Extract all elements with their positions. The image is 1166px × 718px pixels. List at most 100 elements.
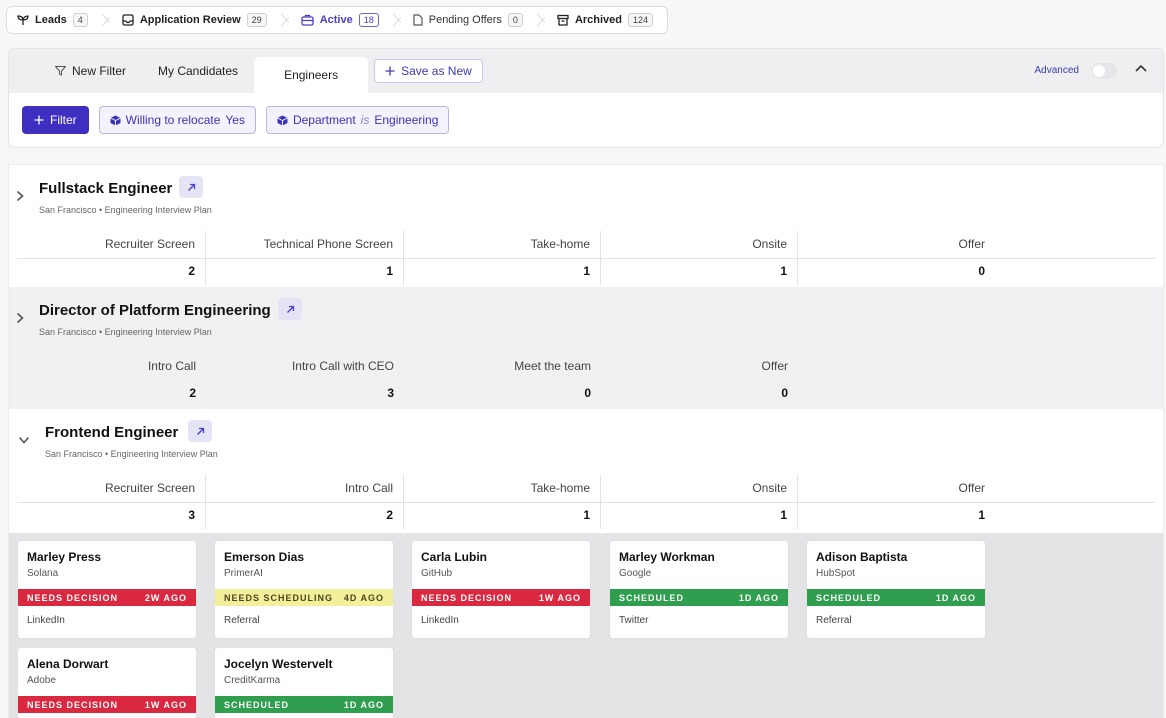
job-title[interactable]: Director of Platform Engineering [39, 302, 271, 319]
status-badge: SCHEDULED 1D AGO [807, 589, 985, 606]
chip-label: Department [292, 113, 356, 127]
stage-column[interactable]: Recruiter Screen 2 [16, 231, 206, 285]
candidate-company: Solana [27, 568, 59, 579]
stage-column[interactable]: Take-home 1 [404, 231, 601, 285]
tab-new-filter[interactable]: New Filter [9, 49, 142, 93]
status-badge: NEEDS DECISION 1W AGO [18, 696, 196, 713]
candidate-source: LinkedIn [27, 615, 65, 626]
stage-leads[interactable]: Leads 4 [7, 7, 102, 33]
inbox-icon [122, 14, 134, 26]
stage-name: Onsite [752, 237, 787, 251]
stage-counts: Recruiter Screen 3 Intro Call 2 Take-home 1… [9, 475, 1163, 529]
job-subtitle: San Francisco • Engineering Interview Pl… [39, 327, 212, 337]
stage-archived[interactable]: Archived 124 [547, 7, 667, 33]
status-age: 1D AGO [343, 699, 384, 710]
tab-my-candidates[interactable]: My Candidates [142, 49, 254, 93]
external-link-icon[interactable] [188, 420, 212, 442]
stage-column[interactable]: Take-home 1 [404, 475, 601, 529]
stage-label: Archived [574, 14, 623, 26]
advanced-toggle[interactable] [1091, 63, 1117, 79]
stage-column[interactable]: Technical Phone Screen 1 [207, 231, 404, 285]
pipeline-stage-bar: Leads 4 Application Review 29 Active 18 … [6, 6, 669, 34]
stage-active[interactable]: Active 18 [291, 7, 393, 33]
stage-count: 0 [781, 386, 788, 400]
save-as-new-button[interactable]: Save as New [374, 59, 483, 83]
job-title[interactable]: Frontend Engineer [45, 424, 178, 441]
saved-filter-tabs: New Filter My Candidates Engineers Save … [9, 49, 1163, 93]
save-as-new-label: Save as New [401, 64, 472, 78]
chip-value: Engineering [374, 113, 439, 127]
candidate-name: Marley Press [27, 550, 102, 564]
candidate-name: Alena Dorwart [27, 657, 109, 671]
chevron-right-icon[interactable] [16, 190, 24, 202]
candidate-name: Jocelyn Westervelt [224, 657, 333, 671]
tab-engineers[interactable]: Engineers [254, 57, 369, 93]
plus-icon [34, 115, 44, 125]
active-filters-row: Filter Willing to relocate Yes Departmen… [9, 93, 1163, 147]
stage-count: 0 [584, 386, 591, 400]
filter-panel: New Filter My Candidates Engineers Save … [8, 48, 1164, 148]
stage-column[interactable]: Offer 0 [601, 353, 798, 407]
stage-count: 2 [386, 508, 393, 522]
stage-count: 124 [628, 13, 654, 27]
stage-name: Intro Call [344, 481, 393, 495]
status-text: NEEDS DECISION [27, 699, 119, 710]
stage-column[interactable]: Recruiter Screen 3 [16, 475, 206, 529]
stage-column[interactable]: Meet the team 0 [404, 353, 601, 407]
stage-column[interactable]: Offer 1 [798, 475, 995, 529]
stage-pending-offers[interactable]: Pending Offers 0 [403, 7, 537, 33]
external-link-icon[interactable] [179, 176, 203, 198]
candidate-name: Marley Workman [619, 550, 715, 564]
stage-count: 1 [780, 508, 787, 522]
stage-application-review[interactable]: Application Review 29 [112, 7, 281, 33]
stage-column[interactable]: Onsite 1 [601, 231, 798, 285]
candidate-card[interactable]: Carla Lubin GitHub NEEDS DECISION 1W AGO … [412, 541, 590, 638]
stage-count: 0 [978, 264, 985, 278]
stage-name: Technical Phone Screen [263, 237, 393, 251]
candidate-company: Adobe [27, 675, 56, 686]
stage-column[interactable]: Intro Call with CEO 3 [207, 353, 404, 407]
add-filter-button[interactable]: Filter [22, 106, 89, 134]
status-text: SCHEDULED [224, 699, 290, 710]
stage-name: Meet the team [514, 359, 591, 373]
chevron-up-icon[interactable] [1135, 64, 1147, 72]
stage-count: 3 [387, 386, 394, 400]
status-text: NEEDS SCHEDULING [224, 592, 334, 603]
app-root: Leads 4 Application Review 29 Active 18 … [0, 0, 1166, 718]
chevron-down-icon[interactable] [18, 436, 30, 444]
stage-count: 2 [188, 264, 195, 278]
funnel-icon [55, 66, 66, 76]
candidate-card[interactable]: Adison Baptista HubSpot SCHEDULED 1D AGO … [807, 541, 985, 638]
candidate-name: Carla Lubin [421, 550, 488, 564]
stage-separator [281, 7, 291, 33]
stage-column[interactable]: Intro Call 2 [16, 353, 206, 407]
stage-column[interactable]: Intro Call 2 [207, 475, 404, 529]
filter-chip-relocate[interactable]: Willing to relocate Yes [98, 106, 256, 134]
cube-icon [109, 115, 121, 126]
archive-icon [557, 14, 569, 26]
candidate-card[interactable]: Alena Dorwart Adobe NEEDS DECISION 1W AGO [18, 648, 196, 718]
status-age: 1D AGO [738, 592, 779, 603]
plus-icon [385, 66, 395, 76]
stage-column[interactable]: Offer 0 [798, 231, 995, 285]
job-title[interactable]: Fullstack Engineer [39, 180, 172, 197]
external-link-icon[interactable] [278, 298, 302, 320]
chevron-right-icon[interactable] [16, 312, 24, 324]
stage-count: 1 [978, 508, 985, 522]
stage-count: 2 [189, 386, 196, 400]
stage-label: Leads [35, 14, 67, 26]
candidate-card[interactable]: Marley Press Solana NEEDS DECISION 2W AGO… [18, 541, 196, 638]
status-badge: NEEDS DECISION 2W AGO [18, 589, 196, 606]
stage-name: Onsite [752, 481, 787, 495]
stage-name: Recruiter Screen [104, 237, 195, 251]
status-text: NEEDS DECISION [27, 592, 119, 603]
candidate-card[interactable]: Emerson Dias PrimerAI NEEDS SCHEDULING 4D… [215, 541, 393, 638]
candidate-card[interactable]: Jocelyn Westervelt CreditKarma SCHEDULED… [215, 648, 393, 718]
stage-column[interactable]: Onsite 1 [601, 475, 798, 529]
chip-label: Willing to relocate [125, 113, 221, 127]
candidate-source: LinkedIn [421, 615, 459, 626]
candidate-card[interactable]: Marley Workman Google SCHEDULED 1D AGO Tw… [610, 541, 788, 638]
tab-label: New Filter [72, 64, 127, 78]
filter-chip-department[interactable]: Department is Engineering [265, 106, 450, 134]
candidate-company: GitHub [421, 568, 453, 579]
